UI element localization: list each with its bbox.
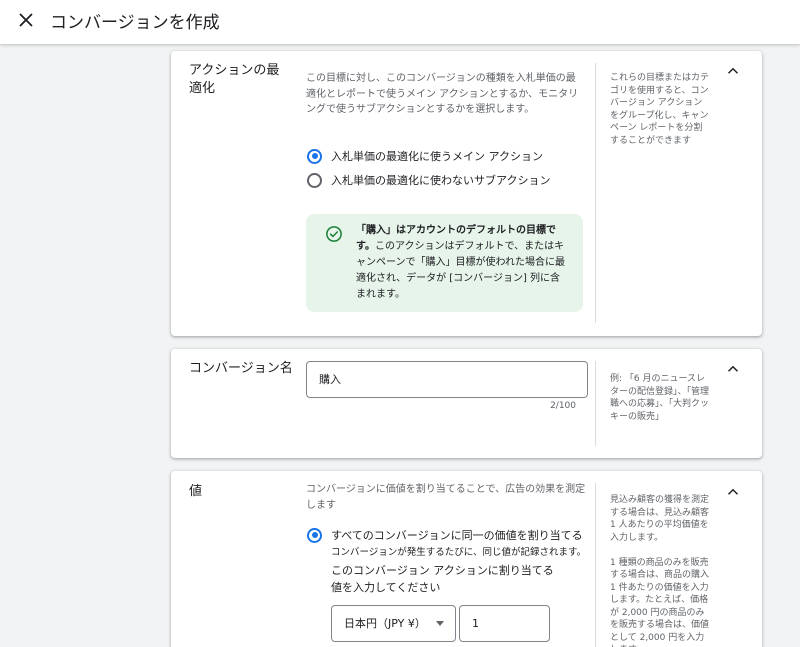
notice-body-text: このアクションはデフォルトで、またはキャンペーンで「購入」目標が使われた場合に最…: [356, 241, 565, 300]
notice-text: 「購入」はアカウントのデフォルトの目標です。このアクションはデフォルトで、または…: [356, 223, 568, 303]
radio-unselected-icon[interactable]: [307, 172, 322, 188]
same-value-note: コンバージョンが発生するたびに、同じ値が記録されます。: [331, 547, 587, 558]
radio-same-value-label: すべてのコンバージョンに同一の価値を割り当てる: [331, 529, 583, 542]
value-amount-input[interactable]: 1: [459, 605, 550, 642]
divider: [595, 483, 596, 647]
check-circle-icon: [326, 226, 342, 242]
chevron-up-icon[interactable]: [724, 483, 742, 501]
optimization-label: アクションの最適化: [189, 63, 280, 96]
conversion-name-card: コンバージョン名 購入 2/100 例: 「6 月のニュースレターの配信登録」、…: [171, 349, 762, 458]
radio-main-action[interactable]: 入札単価の最適化に使うメイン アクション: [307, 148, 543, 164]
value-description: コンバージョンに価値を割り当てることで、広告の効果を測定します: [306, 484, 586, 511]
character-counter: 2/100: [550, 401, 576, 411]
radio-sub-action-label: 入札単価の最適化に使わないサブアクション: [331, 174, 551, 187]
top-bar: コンバージョンを作成: [0, 0, 800, 44]
chevron-up-icon[interactable]: [724, 360, 742, 378]
currency-select-value: 日本円（JPY ¥）: [344, 617, 426, 630]
value-prompt: このコンバージョン アクションに割り当てる値を入力してください: [331, 564, 554, 594]
radio-same-value[interactable]: すべてのコンバージョンに同一の価値を割り当てる: [307, 527, 583, 543]
default-goal-notice: 「購入」はアカウントのデフォルトの目標です。このアクションはデフォルトで、または…: [306, 214, 583, 312]
optimization-description: この目標に対し、このコンバージョンの種類を入札単価の最適化とレポートで使うメイン…: [306, 73, 579, 115]
divider: [595, 63, 596, 323]
radio-selected-icon[interactable]: [307, 148, 322, 164]
conversion-name-label: コンバージョン名: [189, 361, 293, 376]
conversion-name-input[interactable]: 購入: [306, 361, 588, 398]
chevron-up-icon[interactable]: [724, 62, 742, 80]
dropdown-arrow-icon: [436, 621, 444, 626]
optimization-help: これらの目標またはカテゴリを使用すると、コンバージョン アクションをグループ化し…: [610, 73, 710, 146]
radio-selected-icon[interactable]: [307, 527, 322, 543]
page-title: コンバージョンを作成: [50, 13, 220, 33]
close-icon[interactable]: [15, 9, 37, 31]
radio-sub-action[interactable]: 入札単価の最適化に使わないサブアクション: [307, 172, 550, 188]
radio-main-action-label: 入札単価の最適化に使うメイン アクション: [331, 150, 543, 163]
value-help: 見込み顧客の獲得を測定する場合は、見込み顧客 1 人あたりの平均価値を入力します…: [610, 495, 710, 647]
divider: [595, 361, 596, 446]
conversion-name-help: 例: 「6 月のニュースレターの配信登録」、「管理職への応募」、「大判クッキーの…: [610, 374, 710, 422]
currency-select[interactable]: 日本円（JPY ¥）: [331, 605, 456, 642]
value-label: 値: [189, 484, 203, 499]
value-card: 値 コンバージョンに価値を割り当てることで、広告の効果を測定します すべてのコン…: [171, 471, 762, 647]
optimization-card: アクションの最適化 この目標に対し、このコンバージョンの種類を入札単価の最適化と…: [171, 51, 762, 336]
